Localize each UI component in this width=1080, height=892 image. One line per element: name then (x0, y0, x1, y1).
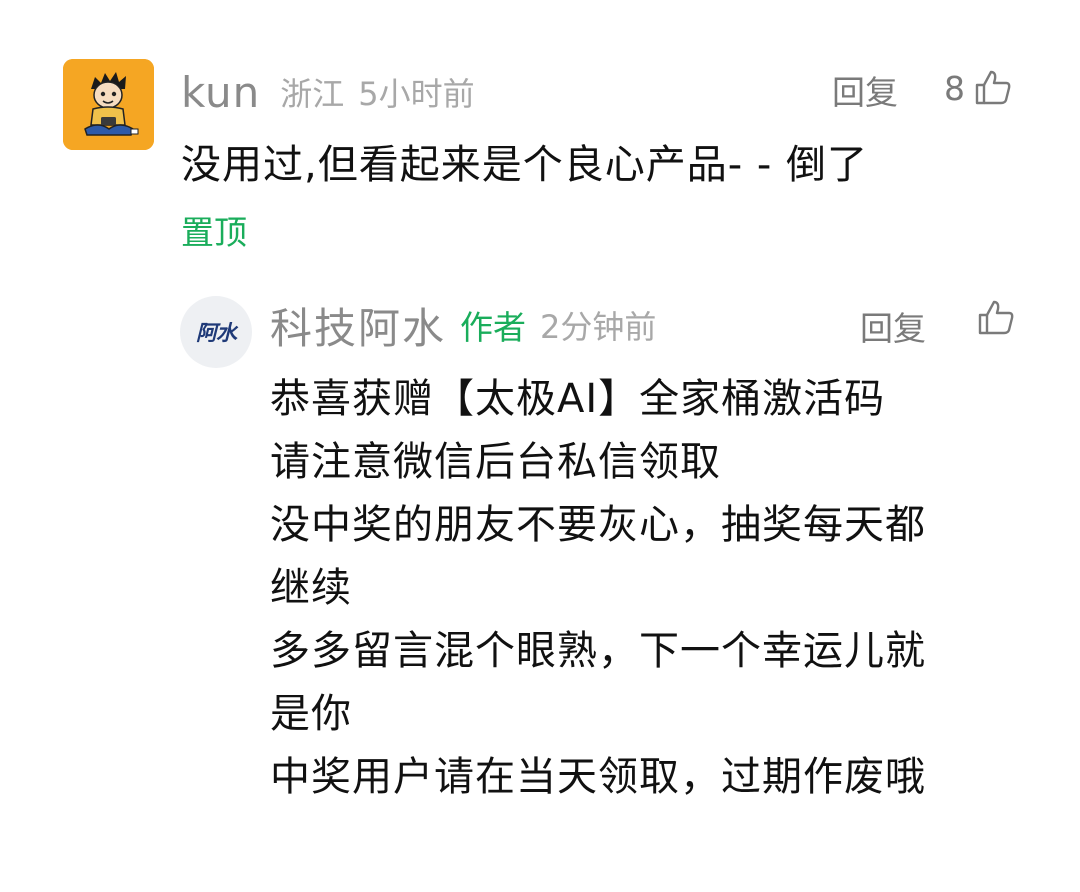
commenter-avatar[interactable] (63, 59, 154, 150)
reply-text-line: 没中奖的朋友不要灰心，抽奖每天都 (270, 502, 926, 548)
author-avatar[interactable]: 阿水 (180, 296, 252, 368)
comment-text: 没用过,但看起来是个良心产品- - 倒了 (181, 142, 869, 188)
comment-timestamp: 5小时前 (358, 75, 475, 113)
reply-reply-button[interactable]: 回复 (860, 302, 926, 350)
comment-like-count: 8 (944, 68, 965, 108)
pin-to-top-button[interactable]: 置顶 (181, 206, 247, 254)
author-avatar-text: 阿水 (196, 321, 237, 345)
thumbs-up-icon (973, 68, 1013, 108)
reply-text: 恭喜获赠【太极AI】全家桶激活码 请注意微信后台私信领取 没中奖的朋友不要灰心，… (270, 368, 1010, 809)
reply-text-line: 请注意微信后台私信领取 (270, 439, 721, 485)
reply-text-line: 是你 (270, 691, 352, 737)
reply-text-line: 继续 (270, 565, 352, 611)
reply-text-line: 中奖用户请在当天领取，过期作废哦 (270, 754, 926, 800)
cartoon-boy-avatar-icon (63, 59, 154, 150)
reply-text-line: 多多留言混个眼熟，下一个幸运儿就 (270, 628, 926, 674)
commenter-username[interactable]: kun (181, 68, 260, 117)
reply-timestamp: 2分钟前 (540, 308, 657, 346)
comment-header: kun 浙江 5小时前 (181, 62, 475, 122)
reply-header: 科技阿水 作者 2分钟前 (270, 295, 656, 355)
author-username[interactable]: 科技阿水 (270, 295, 446, 356)
author-badge: 作者 (460, 308, 527, 347)
commenter-location: 浙江 (280, 75, 345, 113)
comment-like-button[interactable]: 8 (944, 62, 1013, 114)
reply-like-button[interactable] (976, 298, 1016, 338)
thumbs-up-icon (976, 298, 1016, 338)
reply-text-line: 恭喜获赠【太极AI】全家桶激活码 (270, 376, 886, 422)
comment-reply-button[interactable]: 回复 (832, 66, 898, 114)
